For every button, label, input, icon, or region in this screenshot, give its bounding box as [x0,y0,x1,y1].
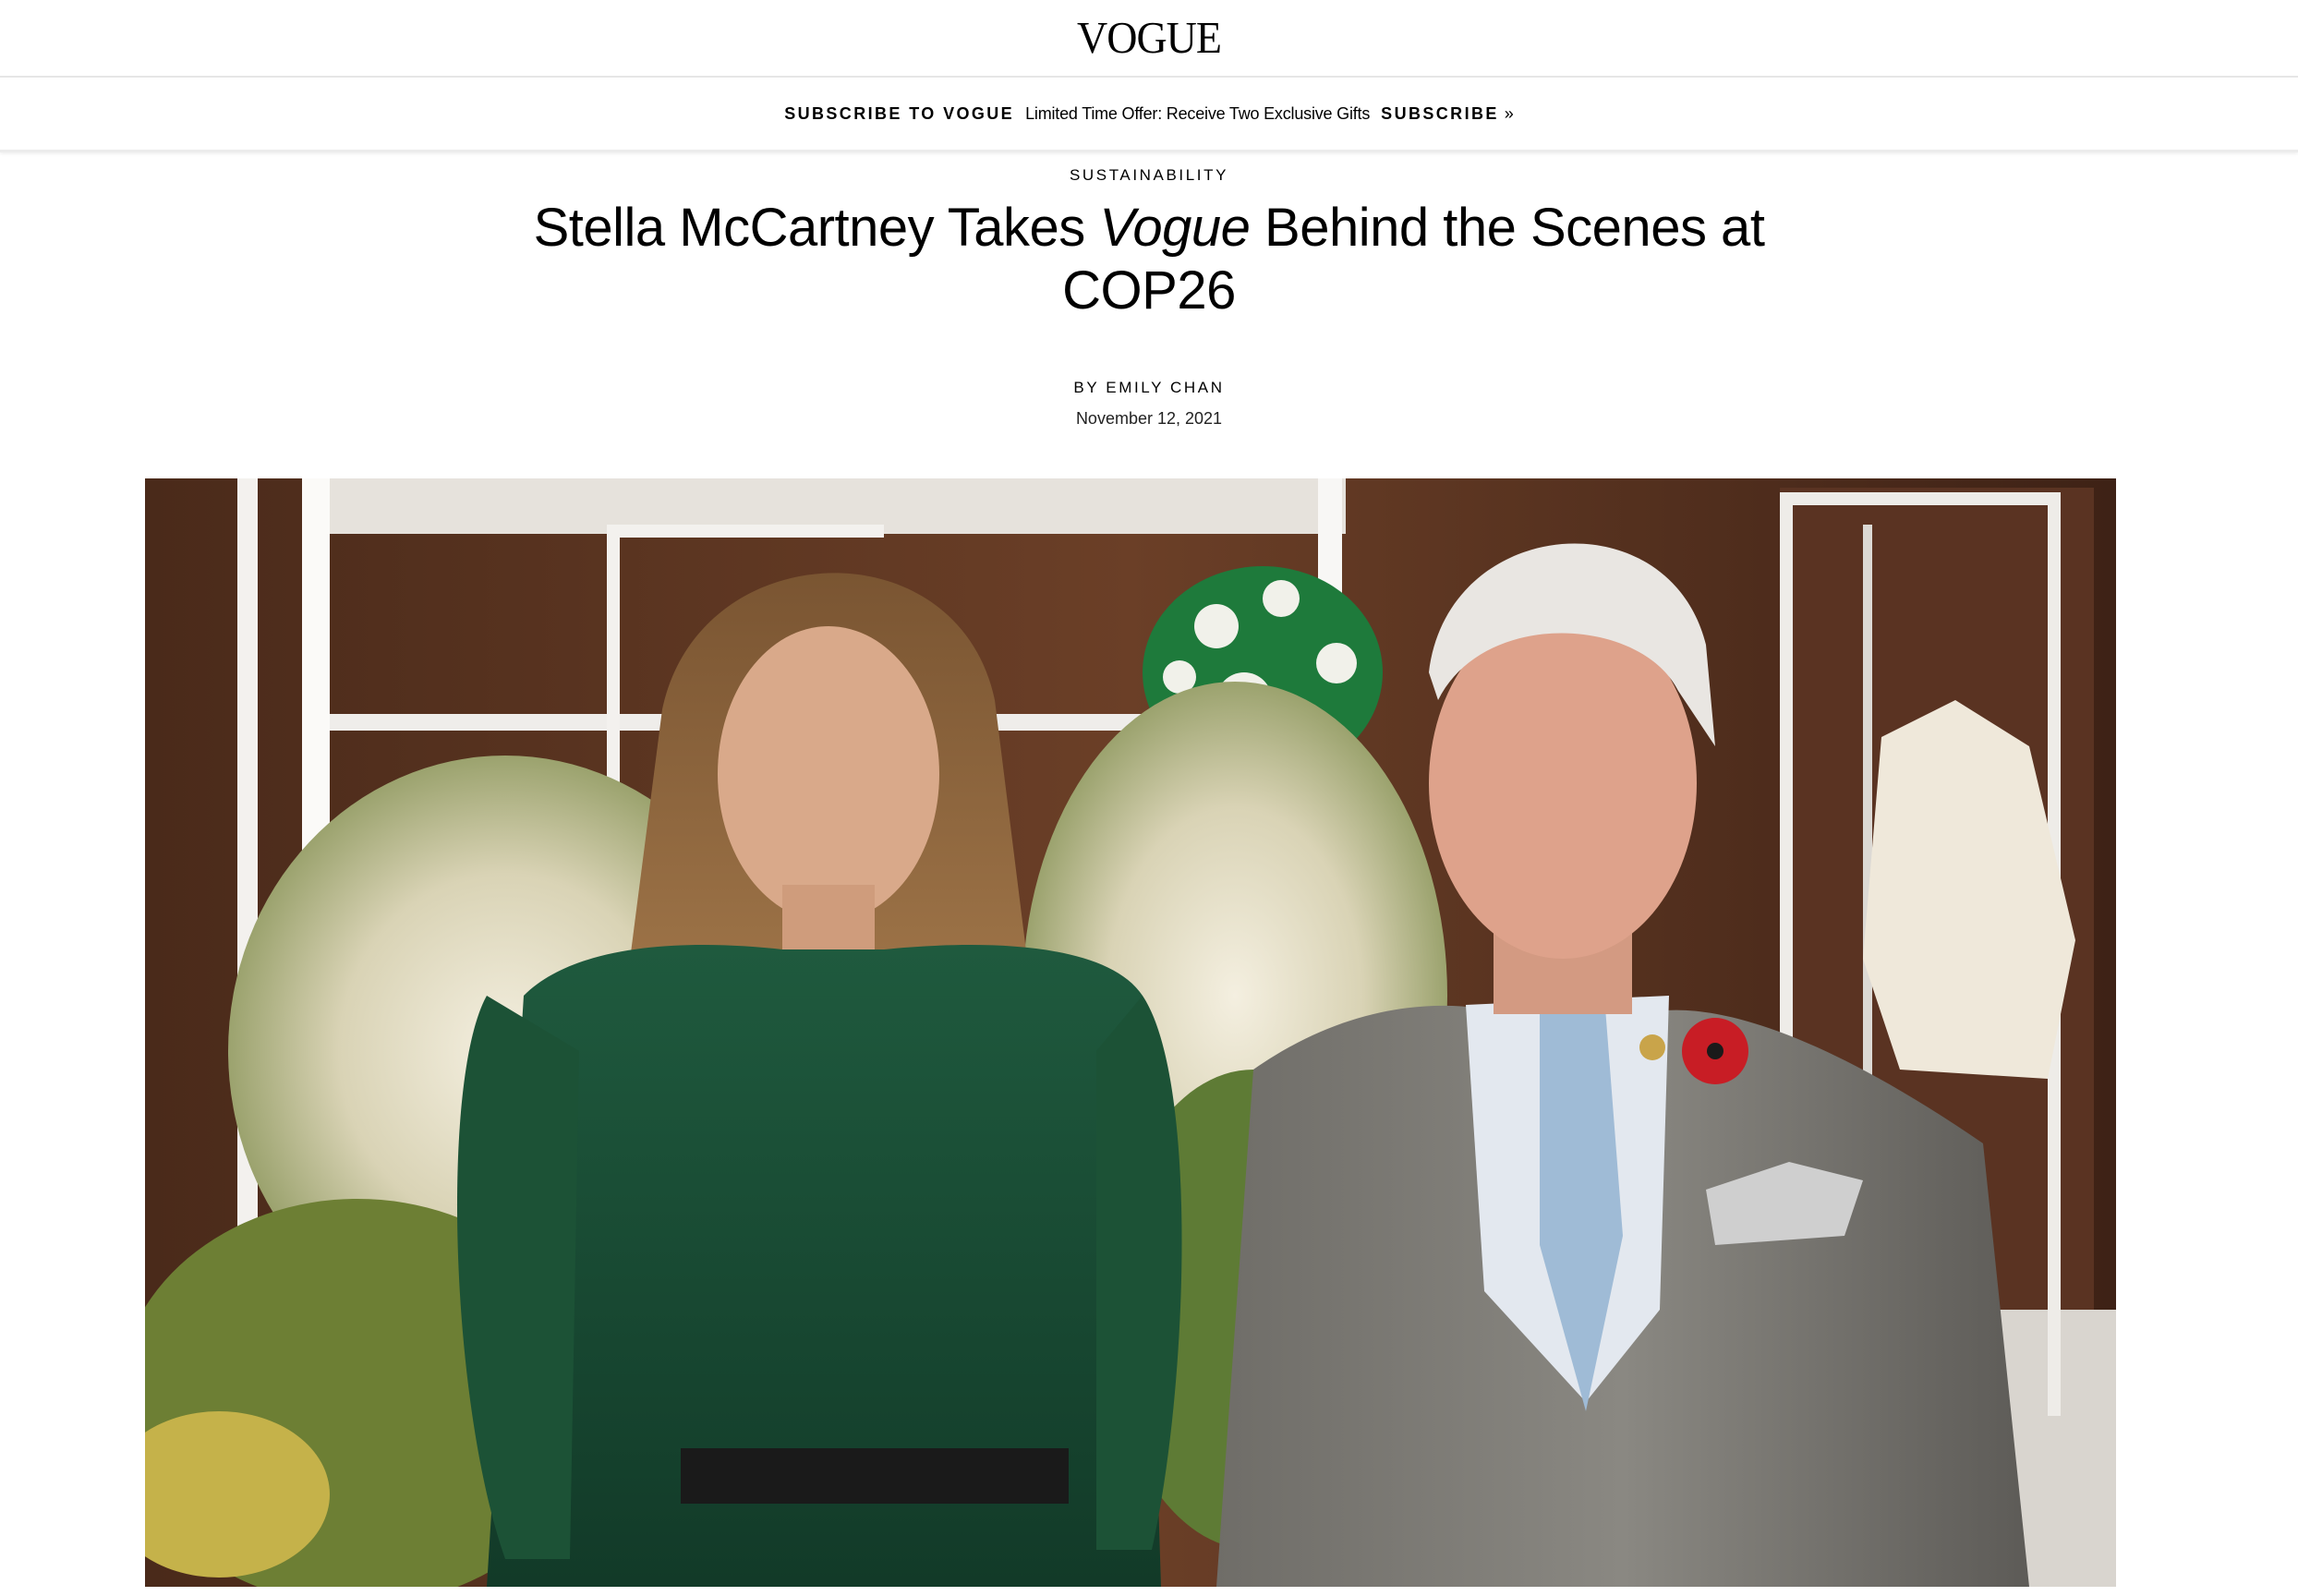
subscribe-link-label: SUBSCRIBE [1381,103,1499,123]
subscribe-link[interactable]: SUBSCRIBE» [1381,104,1514,124]
headline-italic: Vogue [1099,198,1251,258]
publish-date: November 12, 2021 [1075,409,1223,428]
site-header: VOGUE [0,0,2298,78]
lead-photo [145,478,2116,1587]
woman-belt [681,1448,1069,1504]
headline-text-1: Stella McCartney Takes [533,198,1100,258]
byline: BY EMILY CHAN [0,379,2298,397]
subscribe-bar: SUBSCRIBE TO VOGUE Limited Time Offer: R… [0,78,2298,152]
author-link[interactable]: EMILY CHAN [1106,379,1224,396]
vogue-logo[interactable]: VOGUE [1077,15,1222,60]
woman-face [718,626,939,922]
subscribe-offer-text: Limited Time Offer: Receive Two Exclusiv… [1025,103,1371,123]
chevron-right-icon: » [1504,103,1514,123]
article-headline: Stella McCartney Takes Vogue Behind the … [530,197,1768,322]
subscribe-label: SUBSCRIBE TO VOGUE [784,103,1015,123]
rubric-link[interactable]: SUSTAINABILITY [0,166,2298,185]
byline-prefix: BY [1073,379,1107,396]
